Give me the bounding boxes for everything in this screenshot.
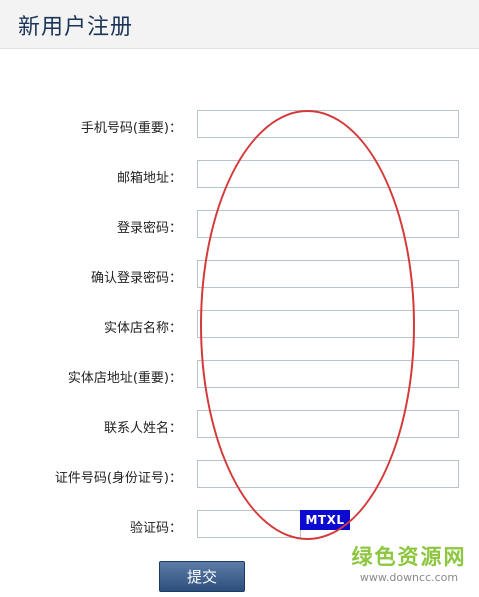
- captcha-label: 验证码：: [129, 521, 182, 536]
- submit-button[interactable]: 提交: [159, 561, 245, 592]
- form-row-store-address: 实体店地址(重要)：: [0, 360, 479, 390]
- confirm-password-input[interactable]: [197, 260, 459, 288]
- store-name-input[interactable]: [197, 310, 459, 338]
- store-address-input[interactable]: [197, 360, 459, 388]
- id-number-input[interactable]: [197, 460, 459, 488]
- form-row-store-name: 实体店名称：: [0, 310, 479, 340]
- form-row-phone: 手机号码(重要)：: [0, 110, 479, 140]
- form-row-password: 登录密码：: [0, 210, 479, 240]
- email-input[interactable]: [197, 160, 459, 188]
- contact-name-input[interactable]: [197, 410, 459, 438]
- store-address-label: 实体店地址(重要)：: [67, 371, 182, 386]
- form-row-confirm-password: 确认登录密码：: [0, 260, 479, 290]
- captcha-input[interactable]: [197, 510, 301, 538]
- phone-label: 手机号码(重要)：: [80, 121, 182, 136]
- phone-input[interactable]: [197, 110, 459, 138]
- form-row-id-number: 证件号码(身份证号)：: [0, 460, 479, 490]
- password-label: 登录密码：: [116, 221, 182, 236]
- page-header: 新用户注册: [0, 0, 479, 49]
- form-row-contact-name: 联系人姓名：: [0, 410, 479, 440]
- watermark-url: www.downcc.com: [359, 571, 459, 584]
- page-title: 新用户注册: [18, 15, 134, 40]
- watermark: 绿色资源网 www.downcc.com: [344, 544, 474, 592]
- form-row-email: 邮箱地址：: [0, 160, 479, 190]
- watermark-title: 绿色资源网: [351, 545, 467, 569]
- contact-name-label: 联系人姓名：: [103, 421, 182, 436]
- password-input[interactable]: [197, 210, 459, 238]
- confirm-password-label: 确认登录密码：: [90, 271, 182, 286]
- email-label: 邮箱地址：: [116, 171, 182, 186]
- id-number-label: 证件号码(身份证号)：: [54, 471, 182, 486]
- captcha-image[interactable]: MTXL: [300, 510, 350, 530]
- form-row-captcha: 验证码： MTXL: [0, 510, 479, 540]
- store-name-label: 实体店名称：: [103, 321, 182, 336]
